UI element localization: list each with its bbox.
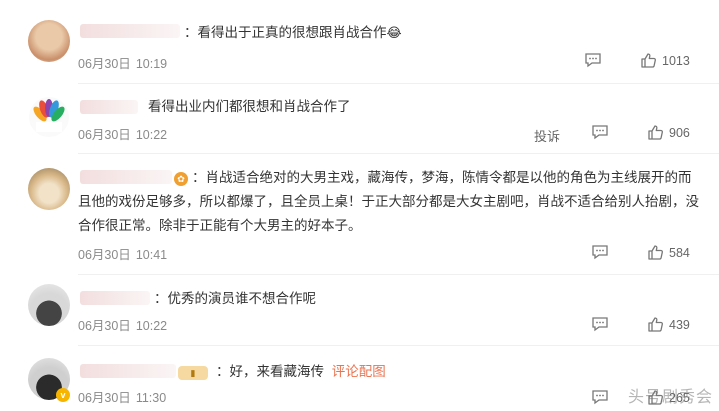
comment-date: 06月30日 — [78, 391, 131, 405]
comment-text: ：好，来看藏海传 评论配图 — [216, 361, 386, 383]
username[interactable] — [80, 24, 180, 38]
comment-line: ：肖战适合绝对的大男主戏，藏海传，梦海，陈情令都是以他的角色为主线展开的而 — [192, 170, 692, 185]
reply-button[interactable] — [591, 124, 609, 140]
report-button[interactable]: 投诉 — [534, 126, 560, 145]
reply-button[interactable] — [591, 316, 609, 332]
reply-button[interactable] — [584, 52, 602, 68]
laugh-emoji: 😂 — [386, 25, 402, 40]
comment-body: ：优秀的演员谁不想合作呢 — [154, 291, 316, 306]
peacock-logo-icon — [29, 97, 69, 137]
comment-time: 10:19 — [135, 57, 168, 71]
comment-time: 10:22 — [135, 319, 168, 333]
comment-text: ：肖战适合绝对的大男主戏，藏海传，梦海，陈情令都是以他的角色为主线展开的而 — [192, 167, 692, 189]
comment-text: ：优秀的演员谁不想合作呢 — [154, 288, 316, 310]
comment-date: 06月30日 — [78, 319, 131, 333]
comment-time: 10:22 — [135, 128, 168, 142]
like-button[interactable]: 584 — [647, 244, 690, 261]
divider — [78, 153, 719, 154]
thumbs-up-icon — [648, 317, 663, 332]
comment-line: 且他的戏份足够多，所以都爆了，且全员上桌！于正大部分都是大女主剧吧，肖战不适合给… — [78, 194, 699, 209]
divider — [78, 83, 719, 84]
reply-icon — [592, 390, 608, 405]
like-count: 439 — [669, 317, 690, 332]
username[interactable] — [80, 291, 150, 305]
divider — [78, 345, 719, 346]
member-badge-icon: ▮ — [178, 366, 208, 380]
like-button[interactable]: 1013 — [640, 52, 690, 69]
comment-meta: 06月30日 10:22 — [78, 315, 167, 334]
comment-meta: 06月30日 10:41 — [78, 244, 167, 263]
reply-icon — [585, 53, 601, 68]
comment-text: ：看得出于正真的很想跟肖战合作😂 — [184, 22, 402, 44]
comment-time: 11:30 — [135, 391, 167, 405]
watermark: 头号剧秀会 — [627, 389, 713, 406]
comment-date: 06月30日 — [78, 128, 131, 142]
reply-icon — [592, 125, 608, 140]
avatar[interactable] — [28, 284, 70, 326]
comment-line: 合作很正常。除非于正能有个大男主的好本子。 — [78, 218, 362, 233]
image-link[interactable]: 评论配图 — [332, 364, 386, 379]
comment-time: 10:41 — [135, 248, 168, 262]
username[interactable] — [80, 100, 138, 114]
verified-badge-icon: ✿ — [174, 172, 188, 186]
comment-meta: 06月30日 10:22 — [78, 124, 167, 143]
divider — [78, 274, 719, 275]
like-button[interactable]: 906 — [647, 124, 690, 141]
like-button[interactable]: 439 — [647, 316, 690, 333]
comment-body: ：好，来看藏海传 — [216, 364, 324, 379]
comment-date: 06月30日 — [78, 57, 131, 71]
like-count: 584 — [669, 245, 690, 260]
like-count: 906 — [669, 125, 690, 140]
comment-body: 看得出业内们都很想和肖战合作了 — [148, 99, 351, 114]
thumbs-up-icon — [641, 53, 656, 68]
verified-badge-icon: v — [56, 388, 70, 402]
comment-meta: 06月30日 10:19 — [78, 53, 167, 72]
reply-button[interactable] — [591, 389, 609, 405]
comment-text: 看得出业内们都很想和肖战合作了 — [148, 96, 351, 118]
comment-text: 且他的戏份足够多，所以都爆了，且全员上桌！于正大部分都是大女主剧吧，肖战不适合给… — [78, 191, 699, 213]
like-count: 1013 — [662, 53, 690, 68]
avatar[interactable] — [28, 20, 70, 62]
reply-icon — [592, 245, 608, 260]
comment-meta: 06月30日 11:30 — [78, 387, 166, 406]
username[interactable] — [80, 364, 176, 378]
comment-text: 合作很正常。除非于正能有个大男主的好本子。 — [78, 215, 362, 237]
reply-button[interactable] — [591, 244, 609, 260]
avatar[interactable] — [28, 168, 70, 210]
comment-body: ：看得出于正真的很想跟肖战合作 — [184, 25, 387, 40]
reply-icon — [592, 317, 608, 332]
thumbs-up-icon — [648, 245, 663, 260]
avatar[interactable] — [28, 96, 70, 138]
username[interactable] — [80, 170, 172, 184]
comment-date: 06月30日 — [78, 248, 131, 262]
thumbs-up-icon — [648, 125, 663, 140]
